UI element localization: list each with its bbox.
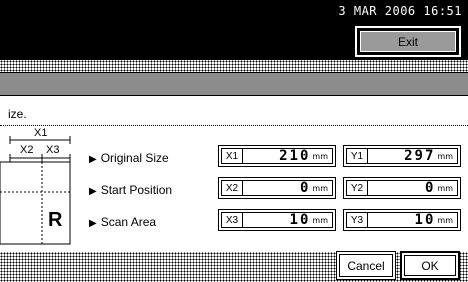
y2-unit: mm: [437, 183, 453, 193]
size-diagram: X1 X2 X3 R: [0, 126, 80, 252]
datetime: 3 MAR 2006 16:51: [338, 4, 462, 18]
cancel-label: Cancel: [339, 254, 393, 277]
y2-tag: Y2: [347, 181, 368, 195]
bottom-bar: [0, 252, 468, 282]
x1-field[interactable]: X1 210 mm: [218, 145, 336, 167]
row-label-start-position: Start Position: [89, 183, 172, 197]
x3-unit: mm: [312, 215, 328, 225]
pattern-band: [0, 60, 468, 72]
row-label-scan-area: Scan Area: [89, 215, 156, 229]
y3-field[interactable]: Y3 10 mm: [343, 209, 461, 231]
row-label-original-size: Original Size: [89, 151, 169, 165]
x1-value: 210: [279, 148, 311, 164]
y1-field[interactable]: Y1 297 mm: [343, 145, 461, 167]
title-band: [0, 72, 468, 97]
ok-label: OK: [404, 255, 456, 276]
exit-button[interactable]: Exit: [355, 26, 461, 57]
x1-unit: mm: [312, 151, 328, 161]
x3-tag: X3: [222, 213, 243, 227]
y1-unit: mm: [437, 151, 453, 161]
x1-tag: X1: [222, 149, 243, 163]
y3-unit: mm: [437, 215, 453, 225]
x2-unit: mm: [312, 183, 328, 193]
x3-field[interactable]: X3 10 mm: [218, 209, 336, 231]
y1-tag: Y1: [347, 149, 368, 163]
diagram-label-x1: X1: [34, 127, 48, 139]
exit-label: Exit: [360, 31, 456, 52]
diagram-drawing: [0, 136, 71, 245]
diagram-label-x2: X2: [20, 144, 34, 156]
y3-value: 10: [414, 212, 436, 228]
y1-value: 297: [404, 148, 436, 164]
diagram-letter: R: [48, 209, 63, 231]
header-bar: 3 MAR 2006 16:51 Exit: [0, 0, 468, 60]
x2-field[interactable]: X2 0 mm: [218, 177, 336, 199]
cancel-button[interactable]: Cancel: [336, 251, 396, 280]
instruction-text: ize.: [8, 107, 27, 121]
x2-tag: X2: [222, 181, 243, 195]
x3-value: 10: [289, 212, 311, 228]
ok-button[interactable]: OK: [400, 251, 460, 280]
diagram-label-x3: X3: [46, 144, 60, 156]
y3-tag: Y3: [347, 213, 368, 227]
x2-value: 0: [299, 180, 311, 196]
y2-value: 0: [424, 180, 436, 196]
y2-field[interactable]: Y2 0 mm: [343, 177, 461, 199]
